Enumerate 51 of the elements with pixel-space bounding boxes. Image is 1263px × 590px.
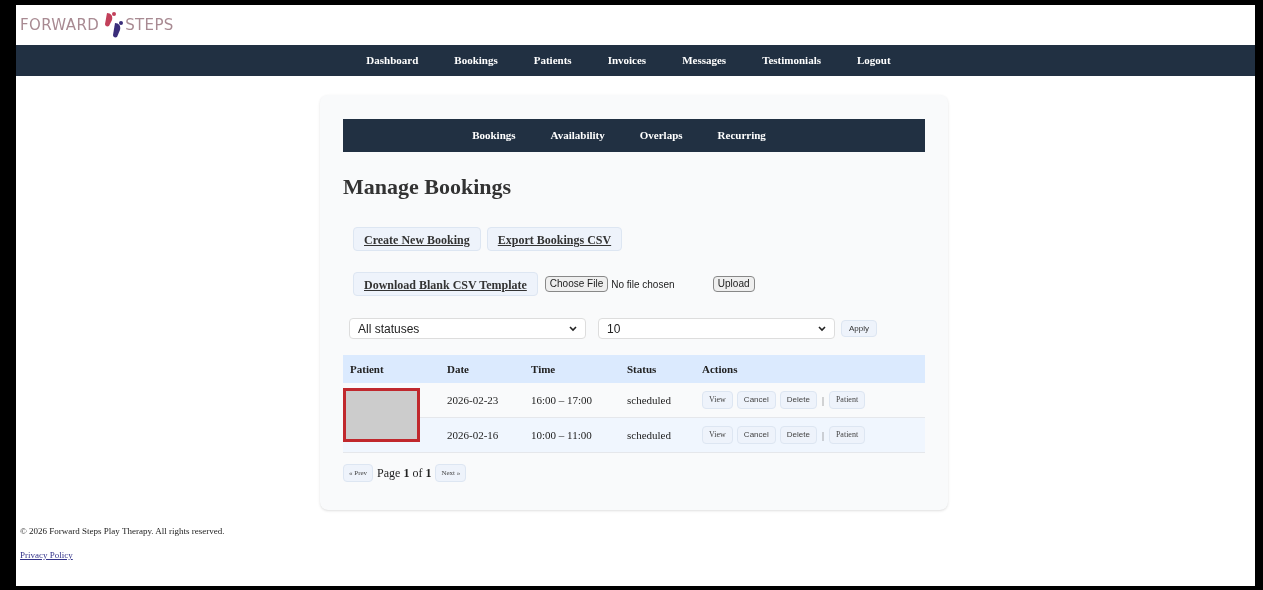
separator-text: | [821,393,824,408]
row-action-button[interactable]: Cancel [736,391,776,409]
table-cell-text: scheduled [627,427,672,443]
nav-link[interactable]: Patients [533,52,572,69]
column-header: Time [531,361,557,377]
sub-nav-link[interactable]: Recurring [717,127,766,144]
upload-button[interactable]: Upload [712,276,755,292]
status-select[interactable]: All statuses [349,318,586,339]
chevron-down-icon [569,325,577,332]
separator-text: | [821,428,824,443]
nav-link[interactable]: Logout [857,52,891,69]
row-action-button[interactable]: Delete [779,391,817,409]
action-button[interactable]: Export Bookings CSV [486,227,623,251]
column-header: Status [627,361,658,377]
select-value: All statuses [358,320,420,338]
table-cell-text: 16:00 – 17:00 [531,392,594,408]
page-heading: Manage Bookings [343,173,513,201]
download-template-button[interactable]: Download Blank CSV Template [353,272,538,296]
file-status-text: No file chosen [611,277,675,292]
table-cell-text: scheduled [627,392,672,408]
row-action-button[interactable]: Delete [779,426,817,444]
logo-text: FORWARD [20,14,100,36]
apply-button[interactable]: Apply [841,320,877,337]
page-size-select[interactable]: 10 [598,318,835,339]
table-cell-text: 2026-02-16 [447,427,500,443]
nav-link[interactable]: Invoices [607,52,647,69]
chevron-down-icon [818,325,826,332]
nav-link[interactable]: Messages [682,52,727,69]
patient-button[interactable]: Patient [828,426,866,444]
action-button[interactable]: Create New Booking [353,227,481,251]
column-header: Actions [702,361,739,377]
row-action-button[interactable]: Cancel [736,426,776,444]
table-cell-text: 10:00 – 11:00 [531,427,593,443]
patient-button[interactable]: Patient [828,391,866,409]
column-header: Patient [349,361,385,377]
nav-link[interactable]: Dashboard [366,52,419,69]
nav-link[interactable]: Testimonials [762,52,821,69]
column-header: Date [447,361,470,377]
choose-file-button[interactable]: Choose File [544,276,609,292]
sub-nav-link[interactable]: Availability [550,127,605,144]
row-action-button[interactable]: View [702,391,733,409]
nav-link[interactable]: Bookings [454,52,498,69]
row-action-button[interactable]: View [702,426,733,444]
sub-nav-link[interactable]: Bookings [472,127,516,144]
select-value: 10 [607,320,621,338]
logo-text: STEPS [125,14,174,36]
privacy-policy-link[interactable]: Privacy Policy [20,548,225,562]
copyright-text: © 2026 Forward Steps Play Therapy. All rights reserved. [20,525,225,538]
page-indicator: Page 1 of 1 [377,465,432,482]
sub-nav-link[interactable]: Overlaps [639,127,683,144]
table-cell-text: 2026-02-23 [447,392,500,408]
